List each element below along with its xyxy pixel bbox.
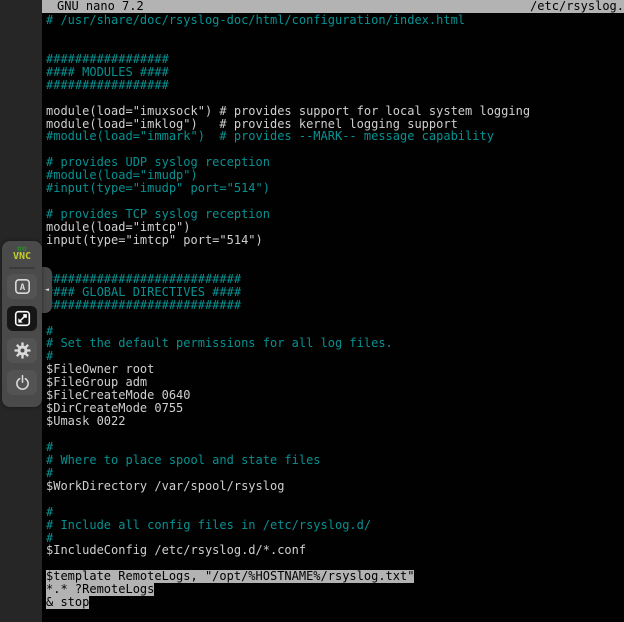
nano-titlebar: GNU nano 7.2 /etc/rsyslog. — [42, 0, 624, 13]
extra-keys-button[interactable]: A — [7, 274, 37, 299]
novnc-logo-vnc: VNC — [13, 252, 31, 262]
editor-line — [46, 247, 624, 260]
editor-line: # — [46, 441, 624, 454]
keyboard-a-icon: A — [14, 278, 31, 295]
editor-line: & stop — [46, 596, 624, 609]
nano-file-path: /etc/rsyslog. — [530, 0, 624, 13]
editor-line: ################# — [46, 79, 624, 92]
editor-content: # /usr/share/doc/rsyslog-doc/html/config… — [42, 13, 624, 609]
editor-line — [46, 312, 624, 325]
editor-line: ########################### — [46, 273, 624, 286]
editor-line: $Umask 0022 — [46, 415, 624, 428]
fullscreen-button[interactable] — [7, 306, 37, 331]
editor-line: ########################### — [46, 299, 624, 312]
editor-line: $WorkDirectory /var/spool/rsyslog — [46, 480, 624, 493]
power-icon — [14, 374, 31, 391]
editor-line: module(load="imtcp") — [46, 221, 624, 234]
terminal-screen[interactable]: GNU nano 7.2 /etc/rsyslog. # /usr/share/… — [42, 0, 624, 622]
editor-line — [46, 92, 624, 105]
editor-line: module(load="imuxsock") # provides suppo… — [46, 105, 624, 118]
editor-line: input(type="imtcp" port="514") — [46, 234, 624, 247]
editor-line — [46, 27, 624, 40]
panel-divider — [9, 267, 35, 269]
editor-line: # — [46, 506, 624, 519]
gear-icon — [14, 342, 31, 359]
editor-line — [46, 493, 624, 506]
settings-button[interactable] — [7, 338, 37, 363]
novnc-logo: no VNC — [13, 245, 31, 262]
editor-line — [46, 40, 624, 53]
page-background: { "titlebar": { "app_title": "GNU nano 7… — [0, 0, 624, 622]
editor-line: #input(type="imudp" port="514") — [46, 182, 624, 195]
editor-line: # Where to place spool and state files — [46, 454, 624, 467]
editor-line: #### GLOBAL DIRECTIVES #### — [46, 286, 624, 299]
svg-text:A: A — [19, 283, 25, 293]
editor-line: # — [46, 467, 624, 480]
editor-line: ################# — [46, 53, 624, 66]
collapse-left-icon: ◄ — [45, 287, 49, 294]
novnc-control-bar: no VNC A — [2, 241, 42, 407]
editor-line: # /usr/share/doc/rsyslog-doc/html/config… — [46, 14, 624, 27]
editor-line: #module(load="immark") # provides --MARK… — [46, 130, 624, 143]
editor-line: $DirCreateMode 0755 — [46, 402, 624, 415]
editor-line — [46, 260, 624, 273]
power-button[interactable] — [7, 370, 37, 395]
nano-version-title: GNU nano 7.2 — [57, 0, 144, 13]
editor-line: # Include all config files in /etc/rsysl… — [46, 519, 624, 532]
editor-line: *.* ?RemoteLogs — [46, 583, 624, 596]
fullscreen-icon — [14, 310, 31, 327]
editor-line: # Set the default permissions for all lo… — [46, 337, 624, 350]
editor-line: $IncludeConfig /etc/rsyslog.d/*.conf — [46, 544, 624, 557]
editor-line — [46, 428, 624, 441]
editor-line: #### MODULES #### — [46, 66, 624, 79]
